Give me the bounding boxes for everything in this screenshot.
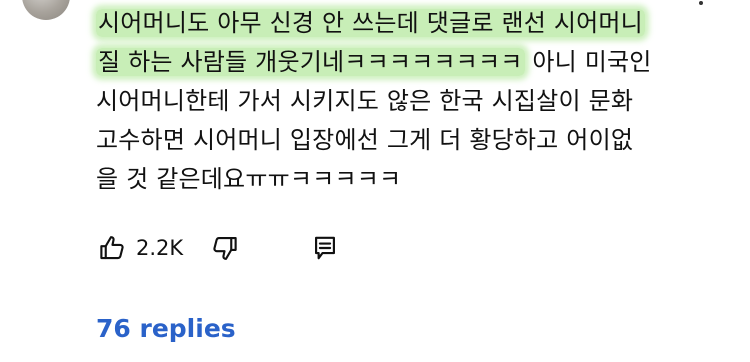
comment-actions: 2.2K (96, 232, 341, 264)
view-replies-link[interactable]: 76 replies (96, 314, 236, 343)
comment-line: 고수하면 시어머니 입장에선 그게 더 황당하고 어이없 (96, 121, 716, 160)
reply-button[interactable] (309, 232, 341, 264)
reply-comment-icon (315, 236, 336, 260)
thumbs-up-icon (100, 236, 124, 260)
comment-line: 질 하는 사람들 개웃기네ㅋㅋㅋㅋㅋㅋㅋㅋ 아니 미국인 (96, 43, 716, 82)
highlighted-text: 질 하는 사람들 개웃기네ㅋㅋㅋㅋㅋㅋㅋㅋ (96, 48, 525, 76)
thumbs-down-icon (213, 236, 237, 260)
like-button[interactable] (96, 232, 128, 264)
comment-text-segment: 아니 미국인 (524, 48, 652, 76)
comment-text-segment: 고수하면 시어머니 입장에선 그게 더 황당하고 어이없 (96, 126, 634, 154)
dislike-button[interactable] (209, 232, 241, 264)
comment-line: 시어머니한테 가서 시키지도 않은 한국 시집살이 문화 (96, 82, 716, 121)
comment-line: 을 것 같은데요ㅠㅠㅋㅋㅋㅋㅋ (96, 160, 716, 199)
comment-text-segment: 시어머니한테 가서 시키지도 않은 한국 시집살이 문화 (96, 87, 634, 115)
commenter-avatar[interactable] (22, 0, 70, 20)
comment-line: 시어머니도 아무 신경 안 쓰는데 댓글로 랜선 시어머니 (96, 4, 716, 43)
like-count: 2.2K (136, 236, 184, 260)
highlighted-text: 시어머니도 아무 신경 안 쓰는데 댓글로 랜선 시어머니 (96, 9, 645, 37)
comment-text: 시어머니도 아무 신경 안 쓰는데 댓글로 랜선 시어머니 질 하는 사람들 개… (96, 4, 716, 199)
comment-text-segment: 을 것 같은데요ㅠㅠㅋㅋㅋㅋㅋ (96, 165, 402, 193)
